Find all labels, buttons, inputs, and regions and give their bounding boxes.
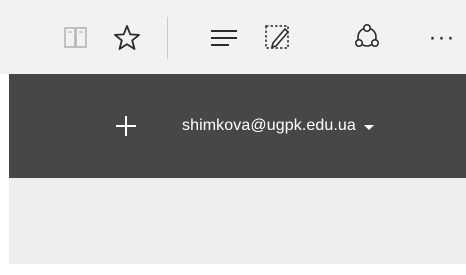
reading-view-button[interactable] <box>58 20 94 56</box>
browser-toolbar: ··· <box>0 0 466 74</box>
more-button[interactable]: ··· <box>422 20 462 56</box>
reading-view-icon <box>64 27 87 48</box>
browser-window: ··· shimkova@ugpk.edu.ua <box>0 0 466 275</box>
add-button[interactable] <box>112 112 140 140</box>
toolbar-divider <box>167 17 168 59</box>
share-icon <box>355 23 379 47</box>
favorite-star-icon <box>114 25 140 50</box>
user-email: shimkova@ugpk.edu.ua <box>182 117 356 134</box>
user-account-menu[interactable]: shimkova@ugpk.edu.ua <box>182 115 374 137</box>
share-button[interactable] <box>349 20 385 56</box>
site-header: shimkova@ugpk.edu.ua <box>9 74 466 178</box>
web-note-icon <box>265 25 289 49</box>
chevron-down-icon <box>363 124 374 130</box>
hub-icon <box>211 30 237 46</box>
favorite-button[interactable] <box>109 20 145 56</box>
web-note-button[interactable] <box>260 20 296 56</box>
hub-button[interactable] <box>206 20 242 56</box>
page-content-area <box>9 178 466 264</box>
more-icon: ··· <box>428 24 456 51</box>
